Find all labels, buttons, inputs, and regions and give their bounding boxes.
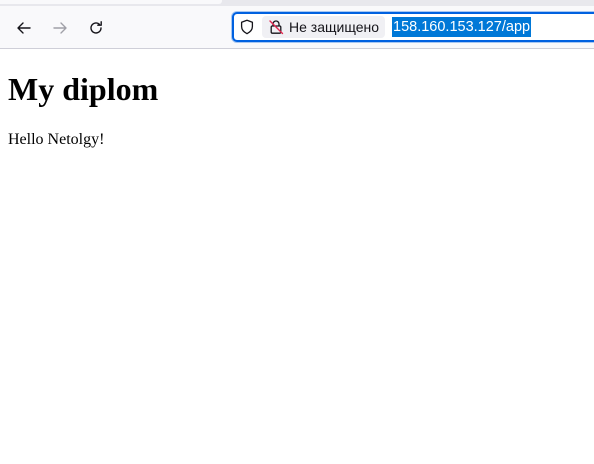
- navigation-toolbar: Не защищено 158.160.153.127/app: [0, 6, 594, 49]
- reload-icon: [90, 21, 102, 34]
- page-heading: My diplom: [8, 71, 159, 107]
- page-content: My diplom Hello Netolgy!: [0, 49, 594, 464]
- address-bar[interactable]: Не защищено 158.160.153.127/app: [232, 12, 594, 42]
- shield-icon[interactable]: [239, 19, 255, 35]
- arrow-left-icon: [17, 22, 31, 34]
- back-button[interactable]: [10, 14, 38, 42]
- site-security-button[interactable]: Не защищено: [262, 16, 385, 38]
- forward-button[interactable]: [46, 14, 74, 42]
- url-text[interactable]: 158.160.153.127/app: [392, 17, 532, 37]
- insecure-lock-icon: [269, 20, 284, 35]
- active-tab[interactable]: [0, 0, 222, 4]
- arrow-right-icon: [53, 22, 67, 34]
- security-label: Не защищено: [289, 19, 379, 35]
- page-paragraph: Hello Netolgy!: [8, 131, 105, 148]
- reload-button[interactable]: [82, 14, 110, 42]
